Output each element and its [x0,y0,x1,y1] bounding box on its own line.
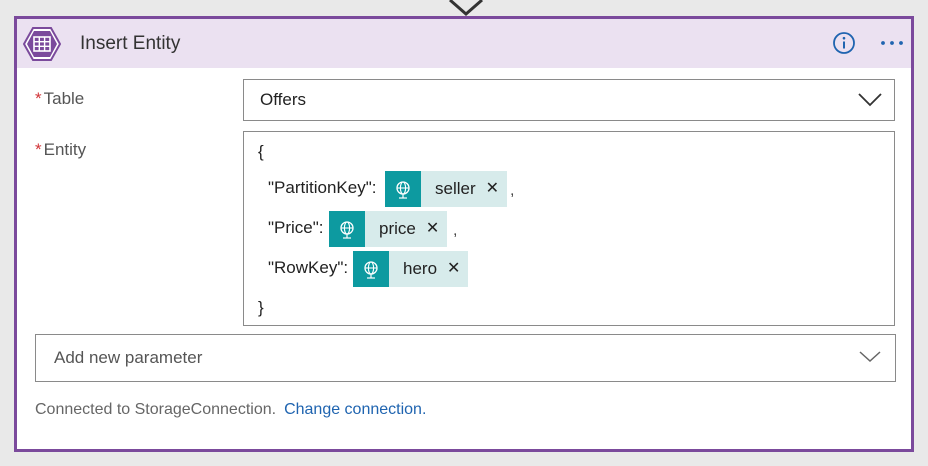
token-globe-icon [385,171,421,207]
remove-token-icon[interactable]: ✕ [476,181,507,197]
connector-arrow-icon [449,0,483,16]
comma: , [453,222,458,239]
entity-key-partitionkey: "PartitionKey": [268,178,377,197]
comma: , [510,182,515,199]
token-label: hero [403,259,438,278]
open-brace: { [258,142,264,161]
entity-key-price: "Price": [268,218,324,237]
token-label: price [379,219,416,238]
table-dropdown-toggle[interactable] [845,80,894,120]
table-label-text: Table [43,89,85,108]
insert-entity-card: Insert Entity * Table Offers * Entity { "P… [14,16,914,452]
entity-label-text: Entity [43,140,87,159]
more-options-icon[interactable] [879,33,905,53]
entity-label: * Entity [35,140,86,160]
card-title: Insert Entity [80,33,181,54]
table-dropdown[interactable]: Offers [243,79,895,121]
token-label: seller [435,179,476,198]
connection-footer: Connected to StorageConnection. Change co… [35,401,426,419]
remove-token-icon[interactable]: ✕ [437,261,468,277]
dynamic-token-seller[interactable]: seller ✕ [385,171,508,207]
close-brace: } [258,298,264,317]
token-globe-icon [353,251,389,287]
chevron-down-icon [858,93,882,107]
required-marker: * [35,140,42,159]
add-new-parameter-dropdown[interactable]: Add new parameter [35,334,896,382]
entity-json-editor[interactable]: { "PartitionKey": seller ✕ , "Price": pr… [243,131,895,326]
card-header[interactable]: Insert Entity [17,19,911,68]
dynamic-token-hero[interactable]: hero ✕ [353,251,469,287]
remove-token-icon[interactable]: ✕ [416,221,447,237]
change-connection-link[interactable]: Change connection. [284,401,426,418]
table-label: * Table [35,89,84,109]
info-icon[interactable] [832,31,856,55]
token-globe-icon [329,211,365,247]
entity-key-rowkey: "RowKey": [268,258,349,277]
required-marker: * [35,89,42,108]
add-new-parameter-label: Add new parameter [54,348,203,367]
table-storage-icon [23,27,61,61]
table-dropdown-value: Offers [260,90,306,109]
connection-status-text: Connected to StorageConnection. [35,401,277,418]
dynamic-token-price[interactable]: price ✕ [329,211,448,247]
chevron-down-icon [859,351,881,363]
